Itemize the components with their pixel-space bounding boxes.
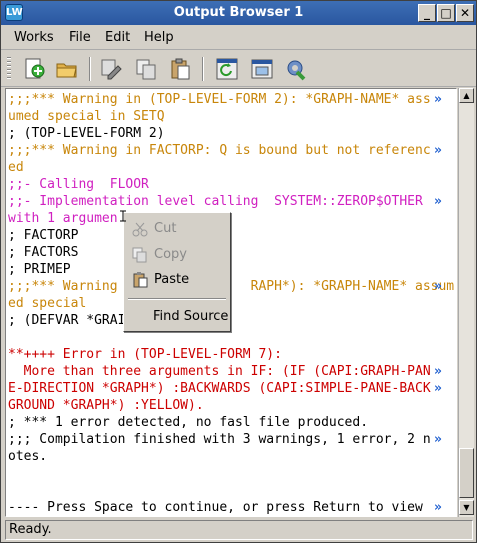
context-menu: Cut Copy Paste Find Source <box>123 212 231 332</box>
line-overflow-marker: » <box>434 500 442 515</box>
title-bar[interactable]: LW Output Browser 1 _ □ ✕ <box>1 1 476 25</box>
line-overflow-marker: » <box>434 279 442 294</box>
output-line: ed <box>8 160 24 175</box>
text-cursor-icon <box>120 210 126 222</box>
context-menu-separator <box>128 298 226 300</box>
toolbar-separator <box>202 57 204 81</box>
context-menu-find-source-label: Find Source <box>153 309 229 324</box>
output-line: ;;- Calling FLOOR <box>8 177 149 192</box>
menu-works[interactable]: Works <box>14 30 54 45</box>
menu-edit[interactable]: Edit <box>105 30 130 45</box>
output-line: More than three arguments in IF: (IF (CA… <box>8 364 431 379</box>
line-overflow-marker: » <box>434 364 442 379</box>
window-title: Output Browser 1 <box>173 5 304 20</box>
context-menu-paste-label: Paste <box>154 272 190 287</box>
menu-file[interactable]: File <box>69 30 91 45</box>
output-line: ; FACTORP <box>8 228 79 243</box>
output-line: ; *** 1 error detected, no fasl file pro… <box>8 415 369 430</box>
output-line: otes. <box>8 449 48 464</box>
menu-help[interactable]: Help <box>144 30 174 45</box>
output-line: ; (DEFVAR *GRAI <box>8 313 126 328</box>
maximize-button[interactable]: □ <box>437 4 455 22</box>
context-menu-copy-label: Copy <box>154 247 187 262</box>
status-bar: Ready. <box>5 520 473 540</box>
output-line: ; PRIMEP <box>8 262 71 277</box>
line-overflow-marker: » <box>434 194 442 209</box>
context-menu-cut[interactable]: Cut <box>124 218 230 240</box>
copy-icon <box>132 247 148 263</box>
output-line: ;;; Compilation finished with 3 warnings… <box>8 432 431 447</box>
context-menu-find-source[interactable]: Find Source <box>124 306 230 328</box>
output-line: ;;;*** Warning in FACTORP: Q is bound bu… <box>8 143 431 158</box>
toolbar-separator <box>89 57 91 81</box>
close-button[interactable]: ✕ <box>456 4 474 22</box>
window-icon[interactable] <box>249 56 275 82</box>
toolbar <box>1 51 476 87</box>
output-line: **++++ Error in (TOP-LEVEL-FORM 7): <box>8 347 282 362</box>
toolbar-grip[interactable] <box>7 57 11 81</box>
output-line: with 1 argumen <box>8 211 118 226</box>
paste-icon <box>132 272 148 288</box>
paste-icon[interactable] <box>167 56 193 82</box>
new-icon[interactable] <box>21 56 47 82</box>
vertical-scrollbar[interactable]: ▲ ▼ <box>458 88 474 517</box>
context-menu-cut-label: Cut <box>154 221 177 236</box>
output-line: umed special in SETQ <box>8 109 165 124</box>
line-overflow-marker: » <box>434 381 442 396</box>
copy-icon[interactable] <box>133 56 159 82</box>
line-overflow-marker: » <box>434 92 442 107</box>
scroll-up-button[interactable]: ▲ <box>459 88 474 103</box>
menu-bar: Works File Edit Help <box>1 26 476 50</box>
scroll-down-button[interactable]: ▼ <box>459 500 474 515</box>
minimize-button[interactable]: _ <box>418 4 436 22</box>
output-line: GROUND *GRAPH*) :YELLOW). <box>8 398 204 413</box>
cut-icon <box>132 221 148 237</box>
line-overflow-marker: » <box>434 432 442 447</box>
output-line: ; (TOP-LEVEL-FORM 2) <box>8 126 165 141</box>
output-line: ; FACTORS <box>8 245 79 260</box>
refresh-icon[interactable] <box>214 56 240 82</box>
edit-source-icon[interactable] <box>98 56 124 82</box>
open-folder-icon[interactable] <box>54 56 80 82</box>
output-line: E-DIRECTION *GRAPH*) :BACKWARDS (CAPI:SI… <box>8 381 431 396</box>
output-line: ;;- Implementation level calling SYSTEM:… <box>8 194 423 209</box>
output-pane[interactable]: ;;;*** Warning in (TOP-LEVEL-FORM 2): *G… <box>5 88 457 517</box>
context-menu-paste[interactable]: Paste <box>124 269 230 291</box>
line-overflow-marker: » <box>434 143 442 158</box>
settings-icon[interactable] <box>283 56 309 82</box>
context-menu-copy[interactable]: Copy <box>124 244 230 266</box>
output-line: ;;;*** Warning in (TOP-LEVEL-FORM 2): *G… <box>8 92 431 107</box>
output-line: errors and warnings ---- <box>8 516 196 517</box>
output-browser-window: LW Output Browser 1 _ □ ✕ Works File Edi… <box>0 0 477 543</box>
scroll-thumb[interactable] <box>459 448 474 498</box>
output-line: ed special <box>8 296 87 311</box>
output-line: ---- Press Space to continue, or press R… <box>8 500 423 515</box>
output-line: ;;;*** Warning RAPH*): *GRAPH-NAME* assu… <box>8 279 455 294</box>
